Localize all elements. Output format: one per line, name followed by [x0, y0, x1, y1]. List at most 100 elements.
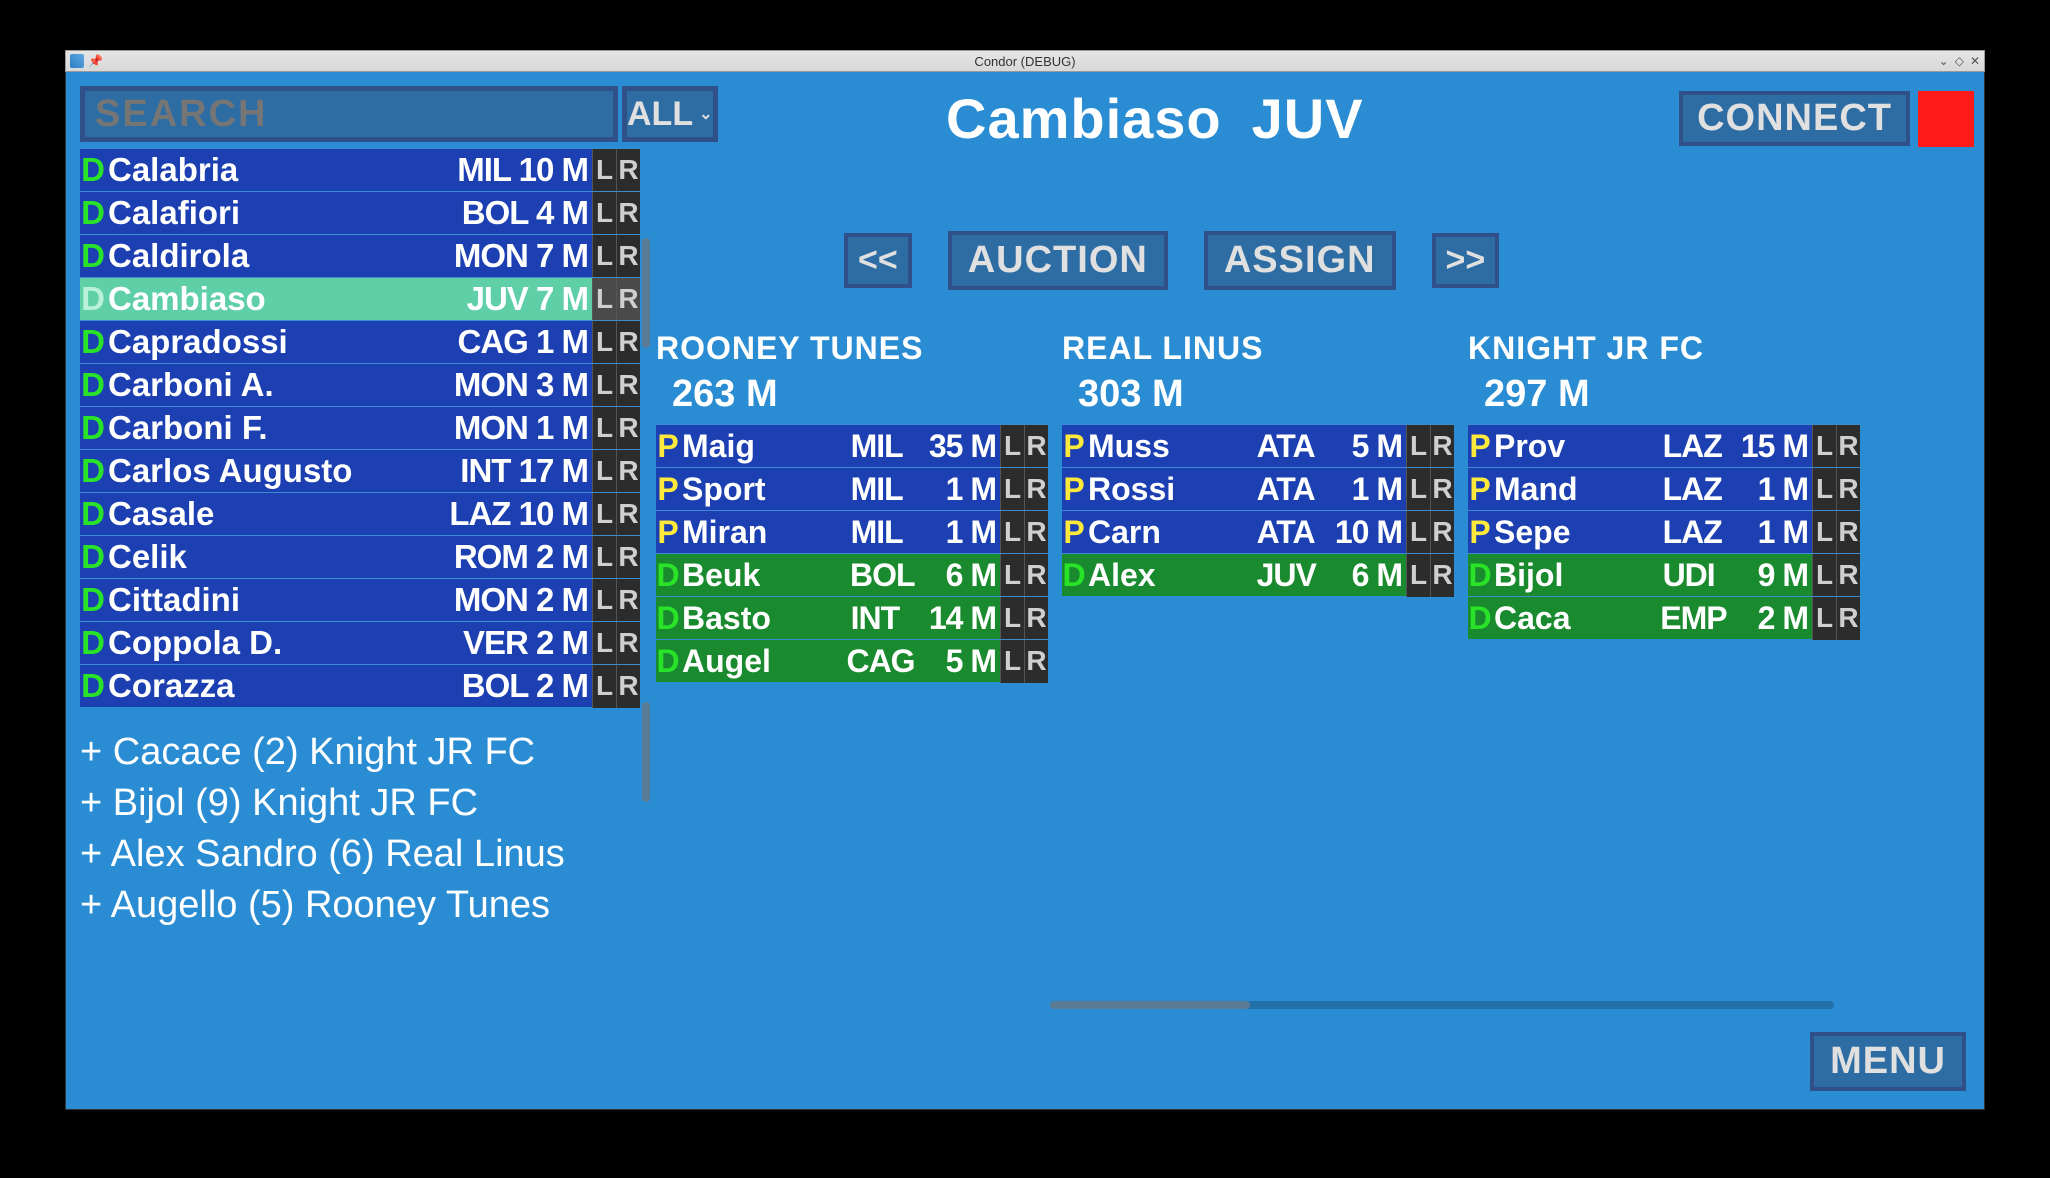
player-row[interactable]: DCalafioriBOL 4 MLR: [80, 191, 640, 234]
player-row[interactable]: DCapradossiCAG 1 MLR: [80, 320, 640, 363]
l-button[interactable]: L: [592, 622, 616, 665]
player-row[interactable]: DCarboni F.MON 1 MLR: [80, 406, 640, 449]
l-button[interactable]: L: [1812, 468, 1836, 511]
r-button[interactable]: R: [616, 622, 640, 665]
l-button[interactable]: L: [592, 149, 616, 192]
team-player-row[interactable]: PRossiATA 1 MLR: [1062, 467, 1454, 510]
r-button[interactable]: R: [1024, 597, 1048, 640]
team-player-row[interactable]: DBijolUDI 9 MLR: [1468, 553, 1860, 596]
team-player-row[interactable]: PSepeLAZ 1 MLR: [1468, 510, 1860, 553]
l-button[interactable]: L: [1812, 511, 1836, 554]
team-player-row[interactable]: DBastoINT 14 MLR: [656, 596, 1048, 639]
l-button[interactable]: L: [1406, 425, 1430, 468]
team-player-row[interactable]: PMandLAZ 1 MLR: [1468, 467, 1860, 510]
l-button[interactable]: L: [592, 450, 616, 493]
teams-row[interactable]: ROONEY TUNES263 MPMaigMIL 35 MLRPSportMI…: [656, 330, 1974, 682]
team-player-row[interactable]: DBeukBOL 6 MLR: [656, 553, 1048, 596]
next-button[interactable]: >>: [1432, 233, 1500, 288]
player-row[interactable]: DCaldirolaMON 7 MLR: [80, 234, 640, 277]
r-button[interactable]: R: [1836, 468, 1860, 511]
r-button[interactable]: R: [616, 450, 640, 493]
r-button[interactable]: R: [616, 321, 640, 364]
r-button[interactable]: R: [1836, 425, 1860, 468]
l-button[interactable]: L: [592, 321, 616, 364]
team-player-row[interactable]: DAugelCAG 5 MLR: [656, 639, 1048, 682]
team-player-row[interactable]: DAlexJUV 6 MLR: [1062, 553, 1454, 596]
connect-button[interactable]: CONNECT: [1679, 91, 1910, 146]
player-list-scrollbar[interactable]: [642, 148, 650, 704]
player-row[interactable]: DCasaleLAZ 10 MLR: [80, 492, 640, 535]
l-button[interactable]: L: [592, 407, 616, 450]
r-button[interactable]: R: [616, 493, 640, 536]
r-button[interactable]: R: [1024, 640, 1048, 683]
l-button[interactable]: L: [1812, 597, 1836, 640]
pin-icon[interactable]: 📌: [88, 54, 102, 68]
team-player-row[interactable]: PCarnATA 10 MLR: [1062, 510, 1454, 553]
l-button[interactable]: L: [592, 235, 616, 278]
r-button[interactable]: R: [1430, 511, 1454, 554]
l-button[interactable]: L: [592, 665, 616, 708]
player-row[interactable]: DCelikROM 2 MLR: [80, 535, 640, 578]
l-button[interactable]: L: [1406, 511, 1430, 554]
l-button[interactable]: L: [1812, 554, 1836, 597]
r-button[interactable]: R: [616, 364, 640, 407]
team-player-row[interactable]: PMaigMIL 35 MLR: [656, 424, 1048, 467]
team-player-row[interactable]: PSportMIL 1 MLR: [656, 467, 1048, 510]
r-button[interactable]: R: [616, 665, 640, 708]
r-button[interactable]: R: [616, 579, 640, 622]
team-player-row[interactable]: PMiranMIL 1 MLR: [656, 510, 1048, 553]
l-button[interactable]: L: [592, 192, 616, 235]
r-button[interactable]: R: [1836, 597, 1860, 640]
player-row[interactable]: DCarlos AugustoINT 17 MLR: [80, 449, 640, 492]
l-button[interactable]: L: [1406, 554, 1430, 597]
l-button[interactable]: L: [1812, 425, 1836, 468]
r-button[interactable]: R: [1430, 554, 1454, 597]
player-row[interactable]: DCalabriaMIL 10 MLR: [80, 148, 640, 191]
r-button[interactable]: R: [1024, 554, 1048, 597]
scrollbar-thumb[interactable]: [642, 702, 650, 802]
teams-horizontal-scrollbar[interactable]: [1050, 1001, 1834, 1009]
scrollbar-thumb[interactable]: [1050, 1001, 1250, 1009]
l-button[interactable]: L: [1000, 468, 1024, 511]
menu-button[interactable]: MENU: [1810, 1032, 1966, 1091]
search-input[interactable]: [80, 86, 618, 142]
scrollbar-thumb[interactable]: [642, 238, 650, 348]
assign-button[interactable]: ASSIGN: [1204, 231, 1396, 290]
r-button[interactable]: R: [1430, 425, 1454, 468]
r-button[interactable]: R: [616, 192, 640, 235]
l-button[interactable]: L: [1000, 597, 1024, 640]
l-button[interactable]: L: [592, 536, 616, 579]
r-button[interactable]: R: [616, 149, 640, 192]
titlebar[interactable]: 📌 Condor (DEBUG) ⌄ ◇ ✕: [65, 50, 1985, 72]
prev-button[interactable]: <<: [844, 233, 912, 288]
l-button[interactable]: L: [592, 493, 616, 536]
l-button[interactable]: L: [1000, 640, 1024, 683]
minimize-icon[interactable]: ⌄: [1939, 54, 1949, 68]
l-button[interactable]: L: [592, 364, 616, 407]
team-player-row[interactable]: PMussATA 5 MLR: [1062, 424, 1454, 467]
close-icon[interactable]: ✕: [1970, 54, 1980, 68]
r-button[interactable]: R: [1024, 468, 1048, 511]
r-button[interactable]: R: [616, 278, 640, 321]
player-row[interactable]: DCambiasoJUV 7 MLR: [80, 277, 640, 320]
l-button[interactable]: L: [592, 278, 616, 321]
player-row[interactable]: DCittadiniMON 2 MLR: [80, 578, 640, 621]
player-list[interactable]: DCalabriaMIL 10 MLRDCalafioriBOL 4 MLRDC…: [80, 148, 640, 707]
l-button[interactable]: L: [1000, 511, 1024, 554]
team-player-row[interactable]: DCacaEMP 2 MLR: [1468, 596, 1860, 639]
r-button[interactable]: R: [1836, 554, 1860, 597]
r-button[interactable]: R: [616, 235, 640, 278]
player-row[interactable]: DCoppola D.VER 2 MLR: [80, 621, 640, 664]
log-scrollbar[interactable]: [642, 662, 650, 862]
r-button[interactable]: R: [1024, 511, 1048, 554]
l-button[interactable]: L: [1406, 468, 1430, 511]
player-row[interactable]: DCorazzaBOL 2 MLR: [80, 664, 640, 707]
r-button[interactable]: R: [616, 536, 640, 579]
r-button[interactable]: R: [1836, 511, 1860, 554]
l-button[interactable]: L: [1000, 554, 1024, 597]
maximize-icon[interactable]: ◇: [1955, 54, 1964, 68]
r-button[interactable]: R: [1024, 425, 1048, 468]
l-button[interactable]: L: [1000, 425, 1024, 468]
r-button[interactable]: R: [1430, 468, 1454, 511]
player-row[interactable]: DCarboni A.MON 3 MLR: [80, 363, 640, 406]
